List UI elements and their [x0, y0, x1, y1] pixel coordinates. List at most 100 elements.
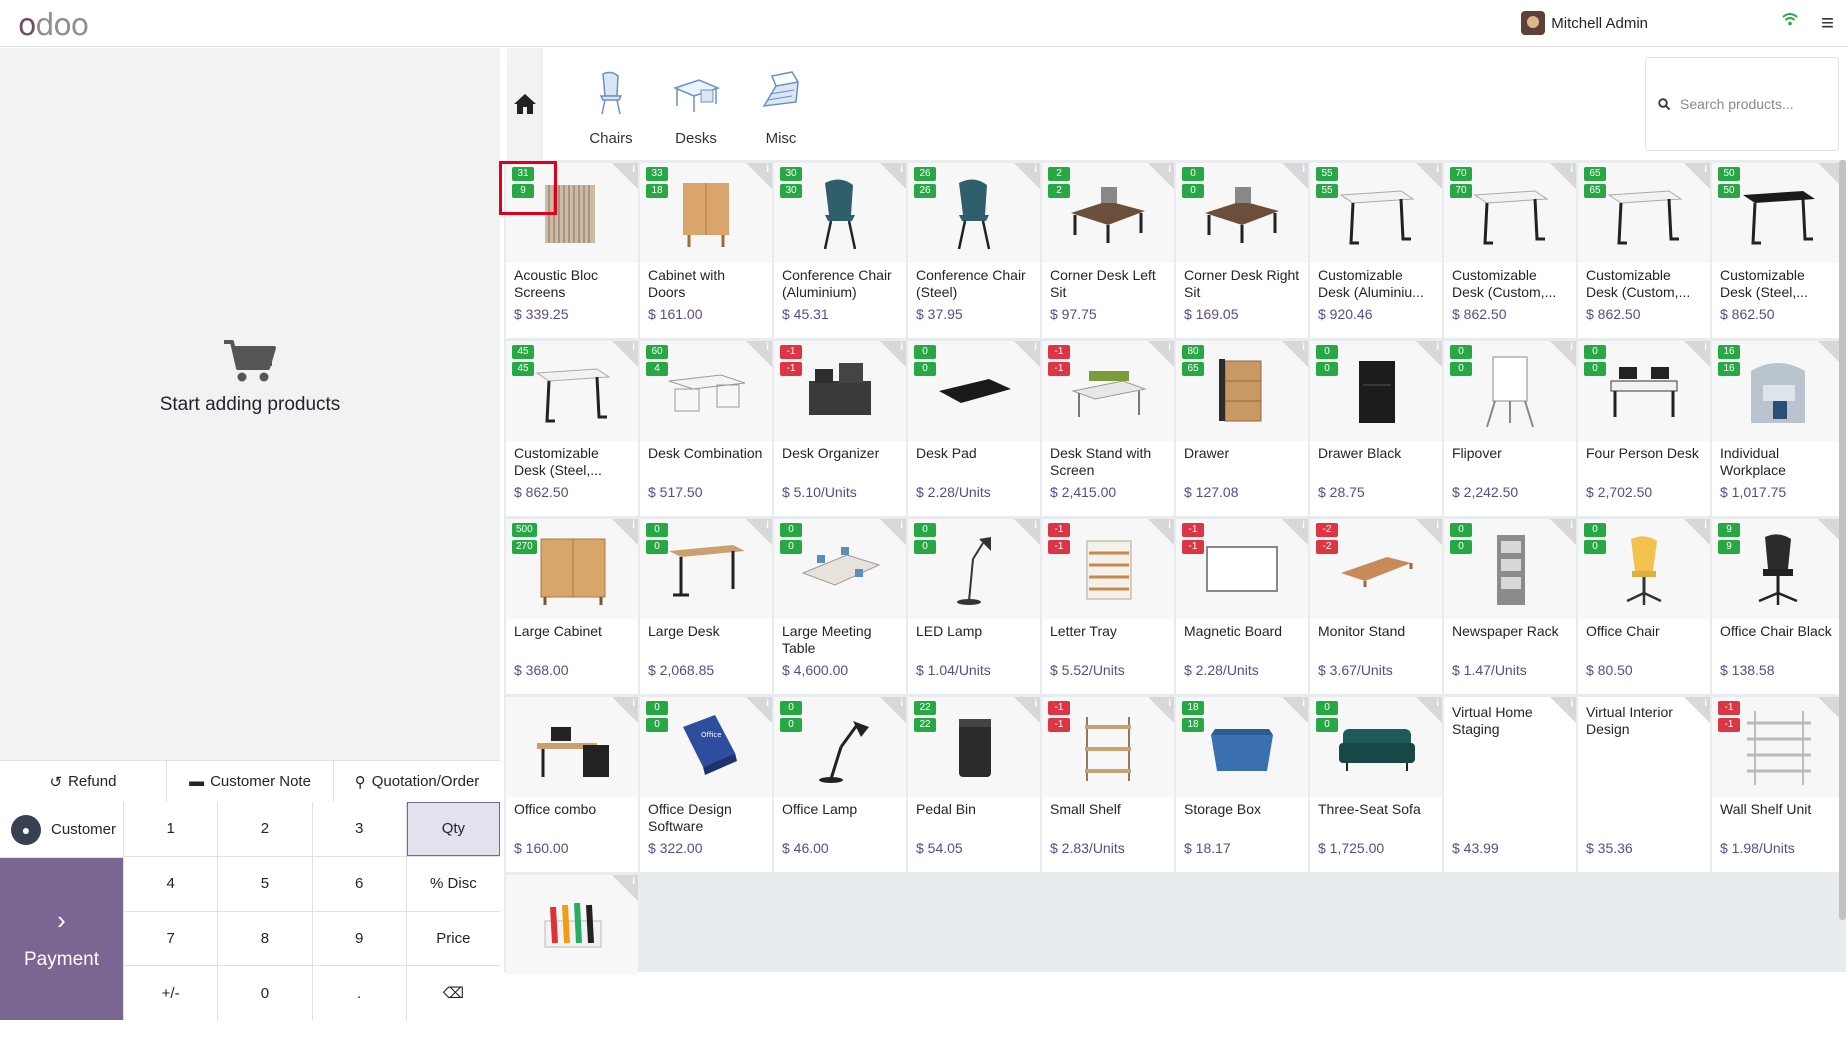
info-icon[interactable]: i	[766, 698, 769, 709]
product-card[interactable]: i 2 2 Corner Desk Left Sit $ 97.75	[1042, 163, 1174, 338]
numpad-key[interactable]: 8	[218, 911, 312, 966]
info-icon[interactable]: i	[1436, 698, 1439, 709]
product-card[interactable]: i 33 18 Cabinet with Doors $ 161.00	[640, 163, 772, 338]
product-card[interactable]: i 0 0 Three-Seat Sofa $ 1,725.00	[1310, 697, 1442, 872]
info-icon[interactable]: i	[1436, 520, 1439, 531]
product-card[interactable]: Office i 0 0 Office Design Software $ 322.00	[640, 697, 772, 872]
category-chairs[interactable]: Chairs	[566, 68, 656, 147]
info-icon[interactable]: i	[1570, 698, 1573, 709]
product-card[interactable]: i 0 0 Four Person Desk $ 2,702.50	[1578, 341, 1710, 516]
product-card[interactable]: i 65 65 Customizable Desk (Custom,... $ 862.…	[1578, 163, 1710, 338]
info-icon[interactable]: i	[1302, 520, 1305, 531]
product-card[interactable]: i -2 -2 Monitor Stand $ 3.67/Units	[1310, 519, 1442, 694]
info-icon[interactable]: i	[766, 520, 769, 531]
product-card[interactable]: i 0 0 Flipover $ 2,242.50	[1444, 341, 1576, 516]
category-desks[interactable]: Desks	[651, 68, 741, 147]
product-card[interactable]: i 30 30 Conference Chair (Aluminium) $ 45.31	[774, 163, 906, 338]
product-card[interactable]: i Virtual Home Staging $ 43.99	[1444, 697, 1576, 872]
product-card[interactable]: i 0 0 Office Lamp $ 46.00	[774, 697, 906, 872]
product-card[interactable]: i 0 0 Corner Desk Right Sit $ 169.05	[1176, 163, 1308, 338]
product-card[interactable]: i 31 9 Acoustic Bloc Screens $ 339.25	[506, 163, 638, 338]
info-icon[interactable]: i	[1302, 164, 1305, 175]
product-card[interactable]: i 22 22 Pedal Bin $ 54.05	[908, 697, 1040, 872]
product-card[interactable]: i 0 0 Newspaper Rack $ 1.47/Units	[1444, 519, 1576, 694]
numpad-key[interactable]: +/-	[124, 966, 218, 1020]
info-icon[interactable]: i	[1436, 342, 1439, 353]
numpad-key[interactable]: .	[312, 966, 406, 1020]
customer-button[interactable]: ● Customer	[0, 802, 123, 857]
product-card[interactable]: i 80 65 Drawer $ 127.08	[1176, 341, 1308, 516]
product-card[interactable]: i-1-1Wall Shelf Unit$ 1.98/Units	[1712, 697, 1844, 872]
info-icon[interactable]: i	[766, 342, 769, 353]
product-card[interactable]: i 0 0 Drawer Black $ 28.75	[1310, 341, 1442, 516]
info-icon[interactable]: i	[1436, 164, 1439, 175]
product-card[interactable]: i -1 -1 Desk Stand with Screen $ 2,415.00	[1042, 341, 1174, 516]
info-icon[interactable]: i	[1168, 164, 1171, 175]
numpad-key[interactable]: 3	[312, 802, 406, 856]
user-menu[interactable]: Mitchell Admin	[1521, 11, 1648, 35]
quotation-order-button[interactable]: ⚲ Quotation/Order	[334, 761, 500, 802]
product-card[interactable]: i -1 -1 Magnetic Board $ 2.28/Units	[1176, 519, 1308, 694]
info-icon[interactable]: i	[1570, 342, 1573, 353]
product-card[interactable]: i 55 55 Customizable Desk (Aluminiu... $ 920…	[1310, 163, 1442, 338]
product-card[interactable]: i Office combo $ 160.00	[506, 697, 638, 872]
info-icon[interactable]: i	[632, 520, 635, 531]
search-input[interactable]: Search products...	[1680, 96, 1794, 112]
refund-button[interactable]: ↺ Refund	[0, 761, 167, 802]
numpad-key[interactable]: 2	[218, 802, 312, 856]
numpad-key[interactable]: 7	[124, 911, 218, 966]
info-icon[interactable]: i	[900, 164, 903, 175]
payment-button[interactable]: › Payment	[0, 858, 123, 1020]
info-icon[interactable]: i	[1034, 342, 1037, 353]
info-icon[interactable]: i	[900, 520, 903, 531]
numpad-key[interactable]: 6	[312, 856, 406, 911]
home-category-button[interactable]	[507, 48, 543, 160]
info-icon[interactable]: i	[1168, 520, 1171, 531]
product-card[interactable]: i 45 45 Customizable Desk (Steel,... $ 862.5…	[506, 341, 638, 516]
product-card[interactable]: i Virtual Interior Design $ 35.36	[1578, 697, 1710, 872]
product-card[interactable]: i 0 0 Large Meeting Table $ 4,600.00	[774, 519, 906, 694]
info-icon[interactable]: i	[632, 164, 635, 175]
numpad-key[interactable]: 5	[218, 856, 312, 911]
product-card[interactable]: i99Office Chair Black$ 138.58	[1712, 519, 1844, 694]
numpad-key[interactable]: 0	[218, 966, 312, 1020]
info-icon[interactable]: i	[900, 342, 903, 353]
info-icon[interactable]: i	[1302, 698, 1305, 709]
info-icon[interactable]: i	[632, 342, 635, 353]
info-icon[interactable]: i	[1034, 520, 1037, 531]
product-card[interactable]: i 500 270 Large Cabinet $ 368.00	[506, 519, 638, 694]
info-icon[interactable]: i	[632, 876, 635, 887]
scrollbar[interactable]	[1839, 160, 1846, 920]
info-icon[interactable]: i	[1034, 698, 1037, 709]
product-card[interactable]: i 0 0 Office Chair $ 80.50	[1578, 519, 1710, 694]
info-icon[interactable]: i	[1168, 698, 1171, 709]
info-icon[interactable]: i	[1704, 698, 1707, 709]
product-card[interactable]: i 0 0 Desk Pad $ 2.28/Units	[908, 341, 1040, 516]
search-box[interactable]: Search products...	[1645, 57, 1839, 151]
numpad-key[interactable]: Price	[406, 911, 500, 966]
hamburger-menu-icon[interactable]: ≡	[1821, 10, 1834, 36]
product-card[interactable]: i 0 0 Large Desk $ 2,068.85	[640, 519, 772, 694]
numpad-key[interactable]: % Disc	[406, 856, 500, 911]
info-icon[interactable]: i	[900, 698, 903, 709]
product-card[interactable]: i	[506, 875, 638, 1050]
product-card[interactable]: i 18 18 Storage Box $ 18.17	[1176, 697, 1308, 872]
numpad-key[interactable]: Qty	[406, 802, 500, 856]
product-card[interactable]: i -1 -1 Small Shelf $ 2.83/Units	[1042, 697, 1174, 872]
info-icon[interactable]: i	[1704, 342, 1707, 353]
info-icon[interactable]: i	[1704, 520, 1707, 531]
info-icon[interactable]: i	[632, 698, 635, 709]
customer-note-button[interactable]: ▬ Customer Note	[167, 761, 334, 802]
product-card[interactable]: i -1 -1 Letter Tray $ 5.52/Units	[1042, 519, 1174, 694]
product-card[interactable]: i 60 4 Desk Combination $ 517.50	[640, 341, 772, 516]
product-card[interactable]: i1616Individual Workplace$ 1,017.75	[1712, 341, 1844, 516]
product-card[interactable]: i 0 0 LED Lamp $ 1.04/Units	[908, 519, 1040, 694]
info-icon[interactable]: i	[1034, 164, 1037, 175]
category-misc[interactable]: Misc	[736, 68, 826, 147]
info-icon[interactable]: i	[1302, 342, 1305, 353]
numpad-key[interactable]: 1	[124, 802, 218, 856]
product-card[interactable]: i5050Customizable Desk (Steel,...$ 862.5…	[1712, 163, 1844, 338]
numpad-key[interactable]: 4	[124, 856, 218, 911]
info-icon[interactable]: i	[1570, 520, 1573, 531]
product-card[interactable]: i 26 26 Conference Chair (Steel) $ 37.95	[908, 163, 1040, 338]
